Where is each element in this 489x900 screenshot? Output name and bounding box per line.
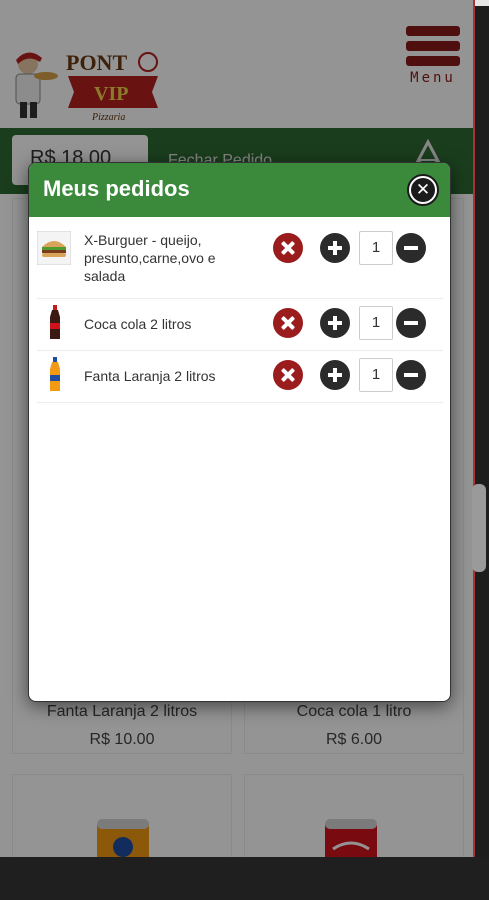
minus-icon[interactable] <box>396 308 426 338</box>
order-item-name: X-Burguer - queijo, presunto,carne,ovo e… <box>84 232 216 284</box>
fanta-bottle-icon <box>50 357 60 391</box>
window-edge-line <box>473 0 475 857</box>
orders-modal: Meus pedidos ✕ X-Burguer - queijo, presu… <box>28 162 451 702</box>
burger-icon <box>37 231 71 265</box>
plus-icon[interactable] <box>320 360 350 390</box>
plus-icon[interactable] <box>320 308 350 338</box>
order-row: Fanta Laranja 2 litros 1 <box>37 351 443 403</box>
coke-bottle-icon <box>50 305 60 339</box>
order-item-name: Fanta Laranja 2 litros <box>84 368 216 384</box>
remove-item-icon[interactable] <box>273 233 303 263</box>
bottom-bar <box>0 857 489 900</box>
quantity-field[interactable]: 1 <box>359 231 393 265</box>
order-item-name: Coca cola 2 litros <box>84 316 192 332</box>
quantity-field[interactable]: 1 <box>359 306 393 340</box>
close-icon[interactable]: ✕ <box>407 174 439 206</box>
order-row: X-Burguer - queijo, presunto,carne,ovo e… <box>37 223 443 299</box>
remove-item-icon[interactable] <box>273 360 303 390</box>
quantity-field[interactable]: 1 <box>359 358 393 392</box>
modal-header: Meus pedidos ✕ <box>29 163 450 217</box>
order-row: Coca cola 2 litros 1 <box>37 299 443 351</box>
remove-item-icon[interactable] <box>273 308 303 338</box>
modal-title: Meus pedidos <box>43 176 190 201</box>
plus-icon[interactable] <box>320 233 350 263</box>
scrollbar-thumb[interactable] <box>472 484 486 572</box>
minus-icon[interactable] <box>396 233 426 263</box>
minus-icon[interactable] <box>396 360 426 390</box>
